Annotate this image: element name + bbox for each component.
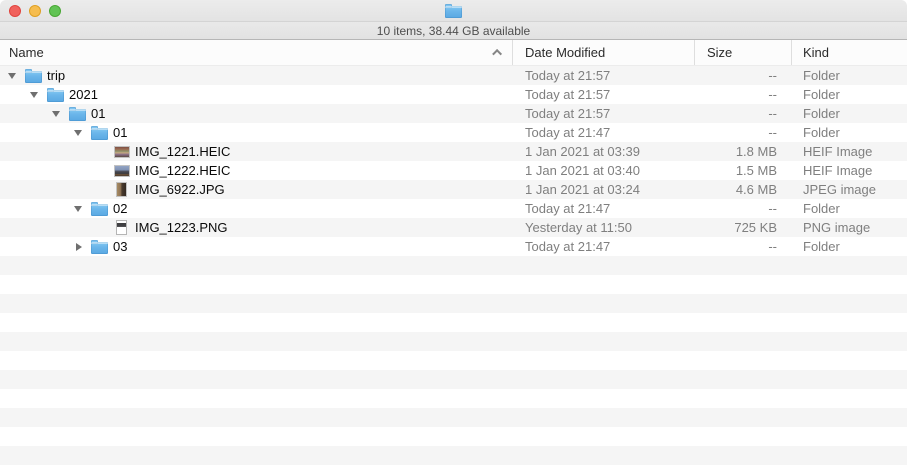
file-name: IMG_1223.PNG	[135, 220, 228, 235]
kind-cell: Folder	[792, 85, 907, 104]
disclosure-triangle-expanded[interactable]	[52, 109, 62, 119]
name-cell: IMG_1221.HEIC	[0, 142, 513, 161]
name-cell: 03	[0, 237, 513, 256]
size-cell: --	[695, 199, 792, 218]
size-cell: 725 KB	[695, 218, 792, 237]
column-header-size-label: Size	[707, 45, 732, 60]
date-modified-cell: Today at 21:57	[513, 104, 695, 123]
date-modified-cell: Today at 21:47	[513, 199, 695, 218]
file-list: trip Today at 21:57 -- Folder 2021 Today…	[0, 66, 907, 256]
empty-list-area	[0, 256, 907, 470]
table-row[interactable]: trip Today at 21:57 -- Folder	[0, 66, 907, 85]
file-name: trip	[47, 68, 65, 83]
date-modified-cell: Yesterday at 11:50	[513, 218, 695, 237]
table-row[interactable]: 01 Today at 21:47 -- Folder	[0, 123, 907, 142]
date-modified-cell: Today at 21:47	[513, 237, 695, 256]
date-modified-cell: Today at 21:47	[513, 123, 695, 142]
size-cell: --	[695, 104, 792, 123]
disclosure-triangle-expanded[interactable]	[30, 90, 40, 100]
table-row[interactable]: 2021 Today at 21:57 -- Folder	[0, 85, 907, 104]
name-cell: 02	[0, 199, 513, 218]
size-cell: --	[695, 237, 792, 256]
column-header-kind[interactable]: Kind	[792, 40, 907, 65]
disclosure-triangle-collapsed[interactable]	[74, 242, 84, 252]
kind-cell: HEIF Image	[792, 142, 907, 161]
column-header: Name Date Modified Size Kind	[0, 40, 907, 66]
date-modified-cell: Today at 21:57	[513, 85, 695, 104]
status-text: 10 items, 38.44 GB available	[377, 24, 530, 38]
kind-cell: PNG image	[792, 218, 907, 237]
folder-icon	[91, 128, 108, 140]
status-bar: 10 items, 38.44 GB available	[0, 22, 907, 40]
column-header-name[interactable]: Name	[0, 40, 513, 65]
size-cell: --	[695, 66, 792, 85]
table-row[interactable]: IMG_1221.HEIC 1 Jan 2021 at 03:39 1.8 MB…	[0, 142, 907, 161]
folder-icon	[91, 204, 108, 216]
name-cell: IMG_6922.JPG	[0, 180, 513, 199]
file-name: 02	[113, 201, 127, 216]
kind-cell: Folder	[792, 104, 907, 123]
file-name: IMG_1221.HEIC	[135, 144, 230, 159]
proxy-icon-wrap	[0, 3, 907, 18]
file-name: IMG_6922.JPG	[135, 182, 225, 197]
column-header-size[interactable]: Size	[695, 40, 792, 65]
file-name: IMG_1222.HEIC	[135, 163, 230, 178]
name-cell: IMG_1222.HEIC	[0, 161, 513, 180]
folder-icon	[69, 109, 86, 121]
table-row[interactable]: 01 Today at 21:57 -- Folder	[0, 104, 907, 123]
folder-icon	[91, 242, 108, 254]
kind-cell: JPEG image	[792, 180, 907, 199]
image-thumbnail-icon	[116, 182, 127, 197]
name-cell: 01	[0, 123, 513, 142]
size-cell: --	[695, 123, 792, 142]
size-cell: --	[695, 85, 792, 104]
column-header-name-label: Name	[9, 45, 44, 60]
table-row[interactable]: IMG_1223.PNG Yesterday at 11:50 725 KB P…	[0, 218, 907, 237]
disclosure-triangle-expanded[interactable]	[74, 128, 84, 138]
date-modified-cell: 1 Jan 2021 at 03:40	[513, 161, 695, 180]
size-cell: 4.6 MB	[695, 180, 792, 199]
kind-cell: Folder	[792, 123, 907, 142]
date-modified-cell: Today at 21:57	[513, 66, 695, 85]
disclosure-triangle-expanded[interactable]	[8, 71, 18, 81]
kind-cell: HEIF Image	[792, 161, 907, 180]
kind-cell: Folder	[792, 66, 907, 85]
sort-ascending-icon	[492, 49, 502, 59]
kind-cell: Folder	[792, 199, 907, 218]
image-thumbnail-icon	[114, 165, 130, 177]
file-name: 01	[113, 125, 127, 140]
file-name: 01	[91, 106, 105, 121]
folder-icon	[47, 90, 64, 102]
size-cell: 1.8 MB	[695, 142, 792, 161]
name-cell: IMG_1223.PNG	[0, 218, 513, 237]
table-row[interactable]: IMG_1222.HEIC 1 Jan 2021 at 03:40 1.5 MB…	[0, 161, 907, 180]
size-cell: 1.5 MB	[695, 161, 792, 180]
folder-icon	[25, 71, 42, 83]
finder-window: 10 items, 38.44 GB available Name Date M…	[0, 0, 907, 470]
file-name: 03	[113, 239, 127, 254]
name-cell: 01	[0, 104, 513, 123]
file-name: 2021	[69, 87, 98, 102]
column-header-kind-label: Kind	[803, 45, 829, 60]
title-bar[interactable]	[0, 0, 907, 22]
table-row[interactable]: 03 Today at 21:47 -- Folder	[0, 237, 907, 256]
date-modified-cell: 1 Jan 2021 at 03:39	[513, 142, 695, 161]
disclosure-triangle-expanded[interactable]	[74, 204, 84, 214]
image-thumbnail-icon	[114, 146, 130, 158]
folder-proxy-icon[interactable]	[445, 6, 462, 18]
kind-cell: Folder	[792, 237, 907, 256]
column-header-date-modified[interactable]: Date Modified	[513, 40, 695, 65]
table-row[interactable]: 02 Today at 21:47 -- Folder	[0, 199, 907, 218]
name-cell: 2021	[0, 85, 513, 104]
table-row[interactable]: IMG_6922.JPG 1 Jan 2021 at 03:24 4.6 MB …	[0, 180, 907, 199]
image-thumbnail-icon	[116, 220, 127, 235]
date-modified-cell: 1 Jan 2021 at 03:24	[513, 180, 695, 199]
column-header-date-label: Date Modified	[525, 45, 605, 60]
name-cell: trip	[0, 66, 513, 85]
